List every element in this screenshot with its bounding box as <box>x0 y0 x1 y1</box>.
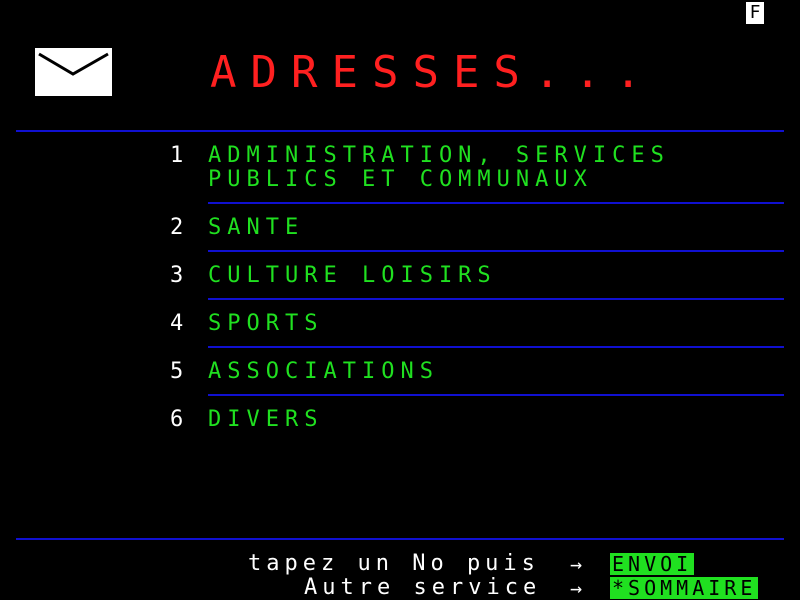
menu-number-2: 2 <box>170 215 190 240</box>
footer-prompt: tapez un No puis <box>248 551 540 576</box>
menu-divider <box>208 298 784 300</box>
menu-divider <box>208 394 784 396</box>
header-divider <box>16 130 784 132</box>
status-indicator: F <box>746 2 764 24</box>
menu-divider <box>208 346 784 348</box>
menu-divider <box>208 202 784 204</box>
menu-item-3[interactable]: CULTURE LOISIRS <box>208 264 497 288</box>
arrow-right-icon: → <box>570 552 583 576</box>
menu-number-3: 3 <box>170 263 190 288</box>
footer-divider <box>16 538 784 540</box>
menu-item-2[interactable]: SANTE <box>208 216 304 240</box>
arrow-right-icon: → <box>570 576 583 600</box>
menu-number-4: 4 <box>170 311 190 336</box>
sommaire-key[interactable]: *SOMMAIRE <box>610 577 759 599</box>
menu-item-6[interactable]: DIVERS <box>208 408 323 432</box>
menu-item-1-line1: ADMINISTRATION, SERVICES <box>208 143 670 168</box>
footer-other-service: Autre service <box>304 575 542 600</box>
menu-item-5[interactable]: ASSOCIATIONS <box>208 360 439 384</box>
menu-divider <box>208 250 784 252</box>
envelope-icon <box>35 48 112 96</box>
menu-number-5: 5 <box>170 359 190 384</box>
menu-number-6: 6 <box>170 407 190 432</box>
menu-number-1: 1 <box>170 143 190 168</box>
envoi-key[interactable]: ENVOI <box>610 553 695 575</box>
menu-item-1-line2: PUBLICS ET COMMUNAUX <box>208 167 593 192</box>
page-title: ADRESSES... <box>210 47 656 98</box>
menu-item-4[interactable]: SPORTS <box>208 312 323 336</box>
